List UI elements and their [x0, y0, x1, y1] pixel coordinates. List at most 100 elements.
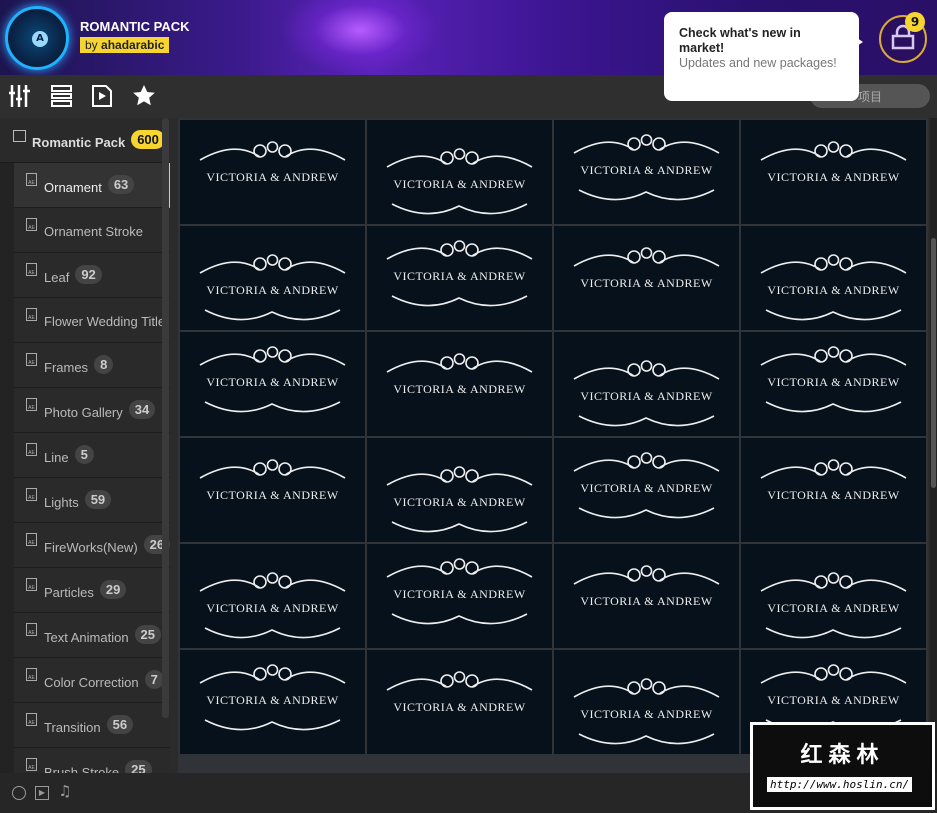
preset-caption: VICTORIA & ANDREW — [767, 601, 900, 615]
preset-thumbnail[interactable]: VICTORIA & ANDREW — [741, 544, 926, 648]
ornament-graphic — [573, 360, 720, 427]
sidebar-item[interactable]: AE Particles 29 — [14, 568, 170, 613]
scrollbar-thumb[interactable] — [931, 238, 936, 488]
preset-caption: VICTORIA & ANDREW — [206, 375, 339, 389]
preset-thumbnail[interactable]: VICTORIA & ANDREW — [180, 438, 365, 542]
preset-thumbnail[interactable]: VICTORIA & ANDREW — [180, 332, 365, 436]
sliders-icon[interactable] — [9, 85, 33, 107]
sidebar-item[interactable]: AE Lights 59 — [14, 478, 170, 523]
sidebar-item[interactable]: AE FireWorks(New) 26 — [14, 523, 170, 568]
preset-thumbnail[interactable]: VICTORIA & ANDREW — [180, 544, 365, 648]
tooltip-title: Check what's new in market! — [679, 26, 801, 55]
ae-file-icon: AE — [26, 758, 37, 771]
sidebar-item-label: Leaf — [44, 269, 70, 285]
preset-thumbnail[interactable]: VICTORIA & ANDREW — [367, 332, 552, 436]
preset-thumbnail[interactable]: VICTORIA & ANDREW — [554, 120, 739, 224]
sidebar-item[interactable]: AE Photo Gallery 34 — [14, 388, 170, 433]
ae-file-icon: AE — [26, 533, 37, 546]
ae-file-icon: AE — [26, 623, 37, 636]
preset-caption: VICTORIA & ANDREW — [206, 693, 339, 707]
grid-scrollbar[interactable] — [930, 118, 937, 773]
folder-icon — [13, 130, 26, 142]
category-sidebar: Romantic Pack 600 AE Ornament 63 AE Ornament … — [0, 118, 170, 773]
tooltip-subtitle: Updates and new packages! — [679, 56, 837, 70]
sidebar-item[interactable]: AE Ornament Stroke — [14, 208, 170, 253]
ornament-graphic — [760, 254, 907, 321]
preset-caption: VICTORIA & ANDREW — [206, 601, 339, 615]
preset-thumbnail[interactable]: VICTORIA & ANDREW — [367, 544, 552, 648]
preset-thumbnail[interactable]: VICTORIA & ANDREW — [741, 120, 926, 224]
star-icon[interactable] — [132, 85, 156, 107]
app-logo: A — [5, 6, 69, 70]
preset-caption: VICTORIA & ANDREW — [393, 587, 526, 601]
sidebar-scrollbar[interactable] — [162, 118, 169, 718]
preset-caption: VICTORIA & ANDREW — [580, 389, 713, 403]
notification-count-badge: 9 — [905, 12, 925, 32]
item-count-badge: 34 — [128, 400, 156, 419]
preset-thumbnail[interactable]: VICTORIA & ANDREW — [554, 650, 739, 754]
item-count-badge: 25 — [125, 760, 152, 773]
sidebar-item-label: Flower Wedding Title — [44, 314, 166, 329]
ae-file-icon: AE — [26, 488, 37, 501]
sidebar-item-label: Line — [44, 449, 69, 465]
sidebar-item[interactable]: AE Frames 8 — [14, 343, 170, 388]
preset-caption: VICTORIA & ANDREW — [580, 481, 713, 495]
ae-file-icon: AE — [26, 218, 37, 231]
sidebar-item[interactable]: AE Ornament 63 — [14, 163, 170, 208]
preset-caption: VICTORIA & ANDREW — [767, 283, 900, 297]
sidebar-item-label: Color Correction — [44, 674, 139, 690]
preset-thumbnail[interactable]: VICTORIA & ANDREW — [554, 544, 739, 648]
pack-label: Romantic Pack — [32, 134, 126, 150]
preset-thumbnail[interactable]: VICTORIA & ANDREW — [554, 332, 739, 436]
author-badge[interactable]: by ahadarabic — [80, 37, 170, 53]
preset-thumbnail[interactable]: VICTORIA & ANDREW — [367, 226, 552, 330]
preset-caption: VICTORIA & ANDREW — [206, 283, 339, 297]
preset-caption: VICTORIA & ANDREW — [206, 488, 339, 502]
preset-thumbnail[interactable]: VICTORIA & ANDREW — [741, 332, 926, 436]
ornament-graphic — [573, 678, 720, 745]
preset-caption: VICTORIA & ANDREW — [767, 693, 900, 707]
ornament-graphic — [199, 572, 346, 639]
target-icon[interactable] — [12, 786, 26, 800]
pack-header[interactable]: Romantic Pack 600 — [0, 118, 170, 163]
ae-file-icon: AE — [26, 443, 37, 456]
sidebar-item[interactable]: AE Leaf 92 — [14, 253, 170, 298]
sidebar-item-label: Brush Stroke — [44, 764, 120, 773]
author-name[interactable]: ahadarabic — [101, 38, 164, 52]
preset-grid: VICTORIA & ANDREW VICTORIA & ANDREW VICTOR… — [178, 118, 928, 773]
preset-caption: VICTORIA & ANDREW — [393, 700, 526, 714]
preset-thumbnail[interactable]: VICTORIA & ANDREW — [367, 120, 552, 224]
sidebar-item[interactable]: AE Flower Wedding Title — [14, 298, 170, 343]
preset-thumbnail[interactable]: VICTORIA & ANDREW — [554, 438, 739, 542]
preset-thumbnail[interactable]: VICTORIA & ANDREW — [741, 226, 926, 330]
sidebar-item[interactable]: AE Text Animation 25 — [14, 613, 170, 658]
preset-thumbnail[interactable]: VICTORIA & ANDREW — [367, 438, 552, 542]
ae-file-icon: AE — [26, 353, 37, 366]
item-count-badge: 63 — [107, 175, 135, 194]
preset-caption: VICTORIA & ANDREW — [393, 269, 526, 283]
music-icon[interactable]: ♫ — [58, 784, 72, 800]
preset-thumbnail[interactable]: VICTORIA & ANDREW — [180, 120, 365, 224]
ae-file-icon: AE — [26, 578, 37, 591]
sidebar-item[interactable]: AE Color Correction 7 — [14, 658, 170, 703]
preset-thumbnail[interactable]: VICTORIA & ANDREW — [741, 438, 926, 542]
preset-thumbnail[interactable]: VICTORIA & ANDREW — [180, 650, 365, 754]
sidebar-item-label: Lights — [44, 494, 79, 510]
sidebar-item-label: Frames — [44, 359, 89, 375]
header-artwork — [280, 0, 440, 75]
sidebar-item[interactable]: AE Line 5 — [14, 433, 170, 478]
preset-thumbnail[interactable]: VICTORIA & ANDREW — [367, 650, 552, 754]
sidebar-item-label: Particles — [44, 584, 94, 600]
whats-new-tooltip: Check what's new in market! Updates and … — [664, 12, 863, 101]
item-count-badge: 7 — [144, 670, 164, 689]
preset-caption: VICTORIA & ANDREW — [393, 382, 526, 396]
preset-thumbnail[interactable]: VICTORIA & ANDREW — [180, 226, 365, 330]
sidebar-item[interactable]: AE Transition 56 — [14, 703, 170, 748]
sidebar-item-label: Transition — [44, 719, 101, 735]
sidebar-item[interactable]: AE Brush Stroke 25 — [14, 748, 170, 773]
play-icon[interactable]: ▶ — [35, 786, 49, 800]
video-file-icon[interactable] — [91, 85, 115, 107]
preset-thumbnail[interactable]: VICTORIA & ANDREW — [554, 226, 739, 330]
sidebar-item-label: Text Animation — [44, 629, 129, 645]
list-icon[interactable] — [50, 85, 74, 107]
